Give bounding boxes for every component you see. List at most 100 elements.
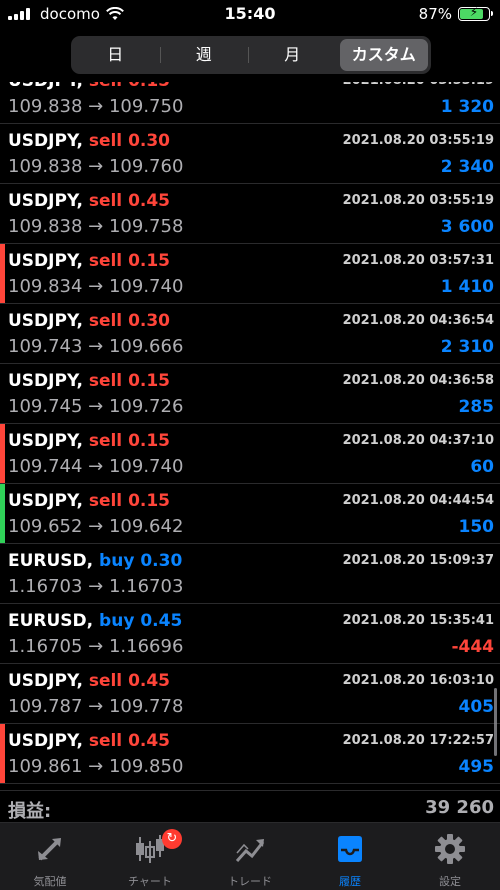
tab-history[interactable]: 履歴 [300,823,400,890]
trade-row[interactable]: USDJPY, sell 0.30 2021.08.20 04:36:54 109.… [0,304,500,364]
trade-row[interactable]: USDJPY, sell 0.45 2021.08.20 17:22:57 109.… [0,724,500,784]
trade-side: sell [88,251,123,271]
battery-percent: 87% [418,5,452,23]
trade-prices: 1.16703 → 1.16703 [8,576,184,597]
trade-lots: 0.30 [140,551,183,571]
trade-symbol: USDJPY, [8,251,83,271]
trade-open-price: 109.652 [8,516,83,537]
trade-row[interactable]: USDJPY, sell 0.15 2021.08.20 03:55:19 109.… [0,82,500,124]
trade-profit: 3 600 [440,217,494,237]
trade-side: sell [88,371,123,391]
trade-side: sell [88,491,123,511]
trade-open-price: 109.861 [8,756,83,777]
trade-lots: 0.30 [128,311,171,331]
battery-icon: ⚡ [458,5,493,21]
trade-prices: 109.745 → 109.726 [8,396,184,417]
trade-symbol: USDJPY, [8,371,83,391]
segment-0[interactable]: 日 [71,39,160,71]
trade-close-price: 109.740 [108,276,184,297]
tab-trade[interactable]: トレード [200,823,300,890]
segment-1[interactable]: 週 [159,39,249,71]
trade-row[interactable]: USDJPY, sell 0.45 2021.08.20 16:03:10 109.… [0,664,500,724]
trade-date: 2021.08.20 03:55:19 [343,82,494,88]
segment-2[interactable]: 月 [248,39,337,71]
trade-title: USDJPY, sell 0.15 [8,82,170,91]
trade-date: 2021.08.20 04:36:58 [342,373,494,388]
trade-open-price: 109.744 [8,456,83,477]
tab-chart[interactable]: ↻ チャート [100,823,200,890]
trade-symbol: EURUSD, [8,611,94,631]
trade-date: 2021.08.20 03:57:31 [342,253,494,268]
trade-marker [0,724,5,783]
trade-symbol: USDJPY, [8,131,83,151]
trade-close-price: 109.760 [108,156,184,177]
trade-title: USDJPY, sell 0.30 [8,311,170,331]
trade-date: 2021.08.20 17:22:57 [342,733,494,748]
trade-date: 2021.08.20 15:35:41 [342,613,494,628]
trade-title: USDJPY, sell 0.15 [8,491,170,511]
trade-history-list[interactable]: USDJPY, sell 0.15 2021.08.20 03:55:19 109.… [0,82,500,790]
trade-prices: 109.861 → 109.850 [8,756,184,777]
trade-prices: 109.838 → 109.758 [8,216,184,237]
trade-profit: 495 [458,757,495,777]
trade-prices: 109.743 → 109.666 [8,336,184,357]
trade-close-price: 1.16703 [108,576,184,597]
trade-open-price: 109.745 [8,396,83,417]
segment-3[interactable]: カスタム [339,39,428,71]
tab-chart-label: チャート [128,875,172,888]
trade-row[interactable]: USDJPY, sell 0.15 2021.08.20 03:57:31 109.… [0,244,500,304]
trade-open-price: 109.838 [8,96,83,117]
trade-open-price: 109.838 [8,156,83,177]
trade-prices: 1.16705 → 1.16696 [8,636,184,657]
trade-lots: 0.45 [128,731,171,751]
trade-side: sell [88,731,123,751]
total-profit-bar: 損益: 39 260 [0,790,500,823]
history-inbox-icon [338,836,362,862]
trade-profit: 405 [458,697,495,717]
trade-close-price: 109.666 [108,336,184,357]
trade-profit: 285 [458,397,495,417]
trade-row[interactable]: USDJPY, sell 0.15 2021.08.20 04:37:10 109.… [0,424,500,484]
tab-history-label: 履歴 [339,875,361,888]
trade-profit: 2 340 [440,157,494,177]
trade-row[interactable]: EURUSD, buy 0.30 2021.08.20 15:09:37 1.167… [0,544,500,604]
trade-close-price: 109.758 [108,216,184,237]
trade-symbol: USDJPY, [8,431,83,451]
trade-side: sell [88,131,123,151]
trade-row[interactable]: USDJPY, sell 0.30 2021.08.20 03:55:19 109.… [0,124,500,184]
trade-date: 2021.08.20 03:55:19 [342,133,494,148]
trade-row[interactable]: USDJPY, sell 0.15 2021.08.20 04:36:58 109.… [0,364,500,424]
trade-date: 2021.08.20 03:55:19 [342,193,494,208]
trade-symbol: USDJPY, [8,671,83,691]
trade-lots: 0.15 [128,371,171,391]
trade-symbol: USDJPY, [8,191,83,211]
trade-row[interactable]: USDJPY, sell 0.45 2021.08.20 03:55:19 109.… [0,184,500,244]
trade-lots: 0.45 [128,671,171,691]
trade-open-price: 109.834 [8,276,83,297]
trade-symbol: USDJPY, [8,82,83,91]
trade-row[interactable]: EURUSD, buy 0.45 2021.08.20 15:35:41 1.167… [0,604,500,664]
trade-title: EURUSD, buy 0.45 [8,611,182,631]
tab-settings[interactable]: 設定 [400,823,500,890]
scroll-indicator[interactable] [494,688,497,756]
trade-side: buy [99,611,135,631]
gear-icon [435,834,465,864]
tab-quotes[interactable]: 気配値 [0,823,100,890]
trade-side: sell [88,431,123,451]
trade-row[interactable]: USDJPY, sell 0.15 2021.08.20 04:44:54 109.… [0,484,500,544]
trade-symbol: USDJPY, [8,311,83,331]
trade-lots: 0.15 [128,431,171,451]
trade-close-price: 109.850 [108,756,184,777]
trade-open-price: 1.16705 [8,636,83,657]
trade-lots: 0.15 [128,82,170,91]
refresh-badge-icon: ↻ [162,829,182,849]
trade-profit: 1 410 [440,277,494,297]
period-segmented-control: 日週月カスタム [71,36,431,74]
trade-profit: 1 320 [440,97,494,117]
trade-marker [0,244,5,303]
trade-lots: 0.45 [128,191,171,211]
tab-quotes-label: 気配値 [33,875,67,888]
trade-prices: 109.744 → 109.740 [8,456,184,477]
tab-bar: 気配値 ↻ チャート トレード 履歴 設定 [0,822,500,890]
quotes-arrows-icon [38,838,61,861]
